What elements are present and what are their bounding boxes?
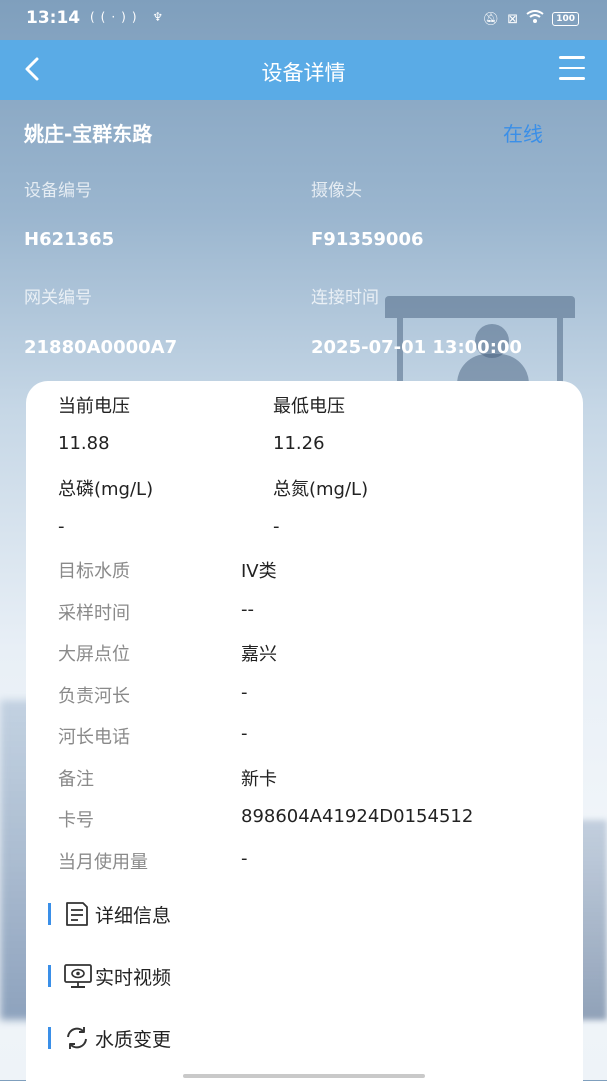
connect-time-value: 2025-07-01 13:00:00 [311,337,522,358]
status-right-icons: 🔕︎ ⊠ 100 [483,10,579,28]
status-bar: 13:14 ((·)) ♆ 🔕︎ ⊠ 100 [0,0,607,40]
gateway-id-value: 21880A0000A7 [24,337,178,358]
page-title: 设备详情 [261,61,346,85]
device-id-value: H621365 [24,229,115,250]
status-time: 13:14 [26,8,81,28]
sample-time-label: 采样时间 [58,603,130,624]
river-chief-phone-label: 河长电话 [58,727,130,748]
sample-time-value: -- [241,599,254,620]
document-icon [63,900,91,928]
total-phosphorus-label: 总磷(mg/L) [58,479,154,500]
mute-icon: 🔕︎ [482,11,500,27]
total-phosphorus-value: - [58,516,65,537]
current-voltage-label: 当前电压 [58,396,130,417]
gateway-id-label: 网关编号 [24,288,92,308]
camera-label: 摄像头 [311,181,362,201]
monitor-icon [63,962,92,990]
monthly-usage-value: - [241,848,248,869]
screen-location-value: 嘉兴 [241,644,277,665]
home-indicator[interactable] [183,1074,425,1078]
navbar: 设备详情 [0,40,607,100]
wifi-icon [526,10,544,28]
device-id-label: 设备编号 [24,181,92,201]
sim-icon: ⊠ [507,11,519,27]
card-number-label: 卡号 [58,810,94,831]
hotspot-usb-icons: ((·)) ♆ [90,10,170,24]
river-chief-phone-value: - [241,723,248,744]
remark-value: 新卡 [241,769,277,790]
screen-location-label: 大屏点位 [58,644,130,665]
min-voltage-label: 最低电压 [273,396,345,417]
target-quality-label: 目标水质 [58,561,130,582]
total-nitrogen-label: 总氮(mg/L) [273,479,369,500]
live-video-label: 实时视频 [95,966,172,989]
accent-bar [48,965,51,987]
menu-icon[interactable] [559,56,585,80]
accent-bar [48,1027,51,1049]
current-voltage-value: 11.88 [58,433,110,454]
device-name: 姚庄-宝群东路 [24,122,153,146]
card-number-value: 898604A41924D0154512 [241,806,474,827]
river-chief-value: - [241,682,248,703]
device-status-badge: 在线 [503,122,543,146]
detail-card: 当前电压 最低电压 11.88 11.26 总磷(mg/L) 总氮(mg/L) … [26,381,583,1081]
river-chief-label: 负责河长 [58,686,130,707]
live-video-button[interactable]: 实时视频 [48,956,171,996]
camera-value: F91359006 [311,229,424,250]
quality-change-label: 水质变更 [95,1028,172,1051]
battery-icon: 100 [552,12,579,26]
refresh-icon [63,1024,91,1052]
target-quality-value: IV类 [241,561,277,582]
total-nitrogen-value: - [273,516,280,537]
monthly-usage-label: 当月使用量 [58,852,148,873]
accent-bar [48,903,51,925]
min-voltage-value: 11.26 [273,433,325,454]
remark-label: 备注 [58,769,94,790]
detail-info-button[interactable]: 详细信息 [48,894,171,934]
quality-change-button[interactable]: 水质变更 [48,1018,171,1058]
connect-time-label: 连接时间 [311,288,379,308]
detail-info-label: 详细信息 [95,904,172,927]
